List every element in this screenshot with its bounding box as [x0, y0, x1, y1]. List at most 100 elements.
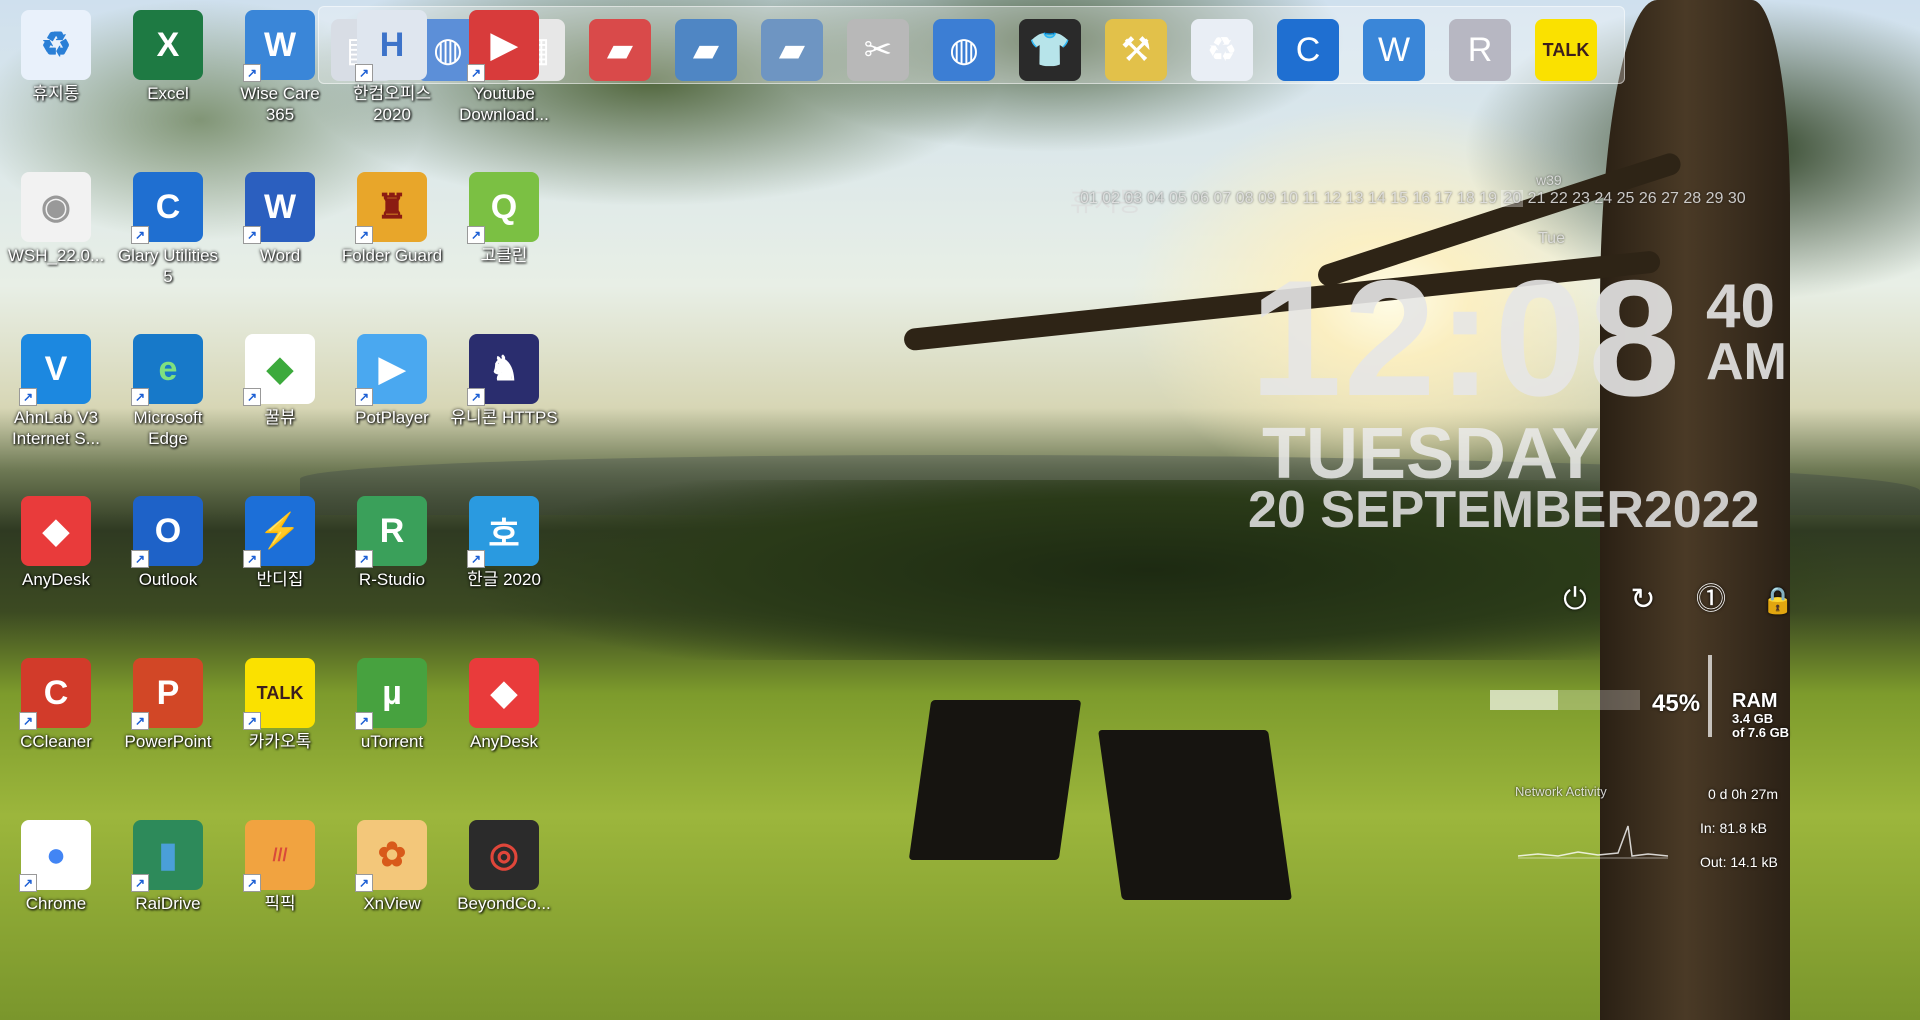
wsh-22-0-glyph: ◉: [41, 188, 71, 226]
desktop-icon-유니콘-https[interactable]: ♞ ↗ 유니콘 HTTPS: [448, 334, 560, 428]
픽픽-glyph: ///: [272, 844, 288, 865]
desktop-icon-한컴오피스-2020[interactable]: H ↗ 한컴오피스 2020: [336, 10, 448, 125]
wsh-22-0-icon: ◉: [21, 172, 91, 242]
desktop-icon-wise-care-365[interactable]: W ↗ Wise Care 365: [224, 10, 336, 125]
ram-label: RAM: [1732, 690, 1778, 712]
anydesk-icon: ◆: [21, 496, 91, 566]
excel-glyph: X: [156, 25, 180, 64]
dock-red-folder-icon[interactable]: ▰: [589, 19, 651, 81]
desktop-icon-카카오톡[interactable]: TALK ↗ 카카오톡: [224, 658, 336, 752]
desktop-icon-픽픽[interactable]: /// ↗ 픽픽: [224, 820, 336, 914]
r-studio-icon: R ↗: [355, 496, 427, 568]
dock-wise-shield-icon[interactable]: W: [1363, 19, 1425, 81]
ram-total: of 7.6 GB: [1732, 725, 1790, 740]
카카오톡-glyph: TALK: [256, 682, 304, 703]
ram-detail: 3.4 GB of 7.6 GB: [1732, 712, 1789, 740]
outlook-icon: O ↗: [131, 496, 203, 568]
chrome-icon: ● ↗: [19, 820, 91, 892]
desktop-icon-youtube-download[interactable]: ▶ ↗ Youtube Download...: [448, 10, 560, 125]
dock-rstudio-icon[interactable]: R: [1449, 19, 1511, 81]
desktop-icon-ccleaner[interactable]: C ↗ CCleaner: [0, 658, 112, 752]
glary-utilities-5-glyph: C: [155, 187, 181, 226]
desktop-icon-label: AhnLab V3 Internet S...: [12, 408, 100, 448]
desktop-icon-anydesk[interactable]: ◆ AnyDesk: [0, 496, 112, 590]
desktop-icon-raidrive[interactable]: ▮ ↗ RaiDrive: [112, 820, 224, 914]
network-uptime: 0 d 0h 27m: [1708, 786, 1779, 802]
유니콘-https-icon: ♞ ↗: [467, 334, 539, 406]
youtube-download-icon: ▶ ↗: [467, 10, 539, 82]
shortcut-arrow-icon: ↗: [131, 388, 149, 406]
lock-icon: 🔒: [1761, 585, 1795, 615]
calendar-week-number: w39: [1536, 172, 1562, 188]
desktop-icon-folder-guard[interactable]: ♜ ↗ Folder Guard: [336, 172, 448, 266]
lock-button[interactable]: 🔒: [1760, 582, 1796, 618]
한글-2020-glyph: 호: [488, 515, 520, 554]
shortcut-arrow-icon: ↗: [355, 388, 373, 406]
desktop-icon-label: Chrome: [25, 894, 87, 913]
desktop-icon-label: RaiDrive: [135, 894, 201, 913]
desktop-icon-label: XnView: [363, 894, 421, 913]
wooden-chair: [1098, 730, 1292, 900]
desktop-icon-outlook[interactable]: O ↗ Outlook: [112, 496, 224, 590]
shortcut-arrow-icon: ↗: [19, 874, 37, 892]
dock-tools-icon[interactable]: ✂: [847, 19, 909, 81]
카카오톡-icon: TALK ↗: [243, 658, 315, 730]
desktop-icon-label: Outlook: [138, 570, 198, 589]
network-in: In: 81.8 kB: [1700, 820, 1767, 836]
desktop-icon-label: CCleaner: [20, 732, 92, 751]
shortcut-arrow-icon: ↗: [131, 226, 149, 244]
wise-care-365-glyph: W: [263, 25, 297, 64]
shortcut-arrow-icon: ↗: [131, 712, 149, 730]
wise-care-365-icon: W ↗: [243, 10, 315, 82]
clock-seconds: 40: [1706, 272, 1775, 341]
desktop-icon-r-studio[interactable]: R ↗ R-Studio: [336, 496, 448, 590]
ram-percent: 45%: [1652, 690, 1701, 717]
desktop-icon-anydesk[interactable]: ◆ AnyDesk: [448, 658, 560, 752]
dock-folder-icon[interactable]: ▰: [675, 19, 737, 81]
desktop-icon-glary-utilities-5[interactable]: C ↗ Glary Utilities 5: [112, 172, 224, 287]
dock-shirt-icon[interactable]: 👕: [1019, 19, 1081, 81]
shortcut-arrow-icon: ↗: [243, 64, 261, 82]
shortcut-arrow-icon: ↗: [131, 874, 149, 892]
power-button[interactable]: ⏻: [1557, 582, 1593, 618]
desktop-icon-한글-2020[interactable]: 호 ↗ 한글 2020: [448, 496, 560, 590]
desktop-icon-label: 한글 2020: [467, 570, 541, 589]
shortcut-arrow-icon: ↗: [243, 226, 261, 244]
desktop-icon-휴지통[interactable]: ♻ 휴지통: [0, 10, 112, 104]
shortcut-arrow-icon: ↗: [243, 388, 261, 406]
desktop-icon-beyondco[interactable]: ◎ BeyondCo...: [448, 820, 560, 914]
desktop-icon-ahnlab-v3-internet-s[interactable]: V ↗ AhnLab V3 Internet S...: [0, 334, 112, 449]
dock-hammer-icon[interactable]: ⚒: [1105, 19, 1167, 81]
shortcut-arrow-icon: ↗: [243, 712, 261, 730]
ccleaner-icon: C ↗: [19, 658, 91, 730]
ahnlab-v3-internet-s-glyph: V: [44, 349, 68, 388]
ram-used: 3.4 GB: [1732, 711, 1774, 726]
desktop-icon-powerpoint[interactable]: P ↗ PowerPoint: [112, 658, 224, 752]
desktop-icon-utorrent[interactable]: µ ↗ uTorrent: [336, 658, 448, 752]
desktop-icon-반디집[interactable]: ⚡ ↗ 반디집: [224, 496, 336, 590]
dock-recycle-bin-icon[interactable]: ♻: [1191, 19, 1253, 81]
desktop-icon-wsh-22-0[interactable]: ◉ WSH_22.0...: [0, 172, 112, 266]
excel-icon: X: [133, 10, 203, 80]
유니콘-https-glyph: ♞: [488, 350, 520, 388]
desktop-icon-excel[interactable]: X Excel: [112, 10, 224, 104]
network-title: Network Activity: [1515, 784, 1607, 799]
ram-divider: [1708, 655, 1712, 737]
dock-earth-icon[interactable]: ◍: [933, 19, 995, 81]
desktop-icon-xnview[interactable]: ✿ ↗ XnView: [336, 820, 448, 914]
desktop-icon-potplayer[interactable]: ▶ ↗ PotPlayer: [336, 334, 448, 428]
desktop-icon-꿀뷰[interactable]: ◆ ↗ 꿀뷰: [224, 334, 336, 428]
utorrent-icon: µ ↗: [355, 658, 427, 730]
desktop-icon-word[interactable]: W ↗ Word: [224, 172, 336, 266]
desktop-icon-label: 고클린: [480, 246, 528, 265]
logoff-button[interactable]: ⓵: [1693, 582, 1729, 618]
clock-date: 20 SEPTEMBER2022: [1248, 481, 1760, 539]
desktop-icon-chrome[interactable]: ● ↗ Chrome: [0, 820, 112, 914]
ram-usage-fill: [1490, 690, 1558, 710]
desktop-icon-고클린[interactable]: Q ↗ 고클린: [448, 172, 560, 266]
dock-folder-icon[interactable]: ▰: [761, 19, 823, 81]
dock-glary-icon[interactable]: C: [1277, 19, 1339, 81]
dock-kakaotalk-icon[interactable]: TALK: [1535, 19, 1597, 81]
desktop-icon-microsoft-edge[interactable]: e ↗ Microsoft Edge: [112, 334, 224, 449]
restart-button[interactable]: ↻: [1625, 582, 1661, 618]
